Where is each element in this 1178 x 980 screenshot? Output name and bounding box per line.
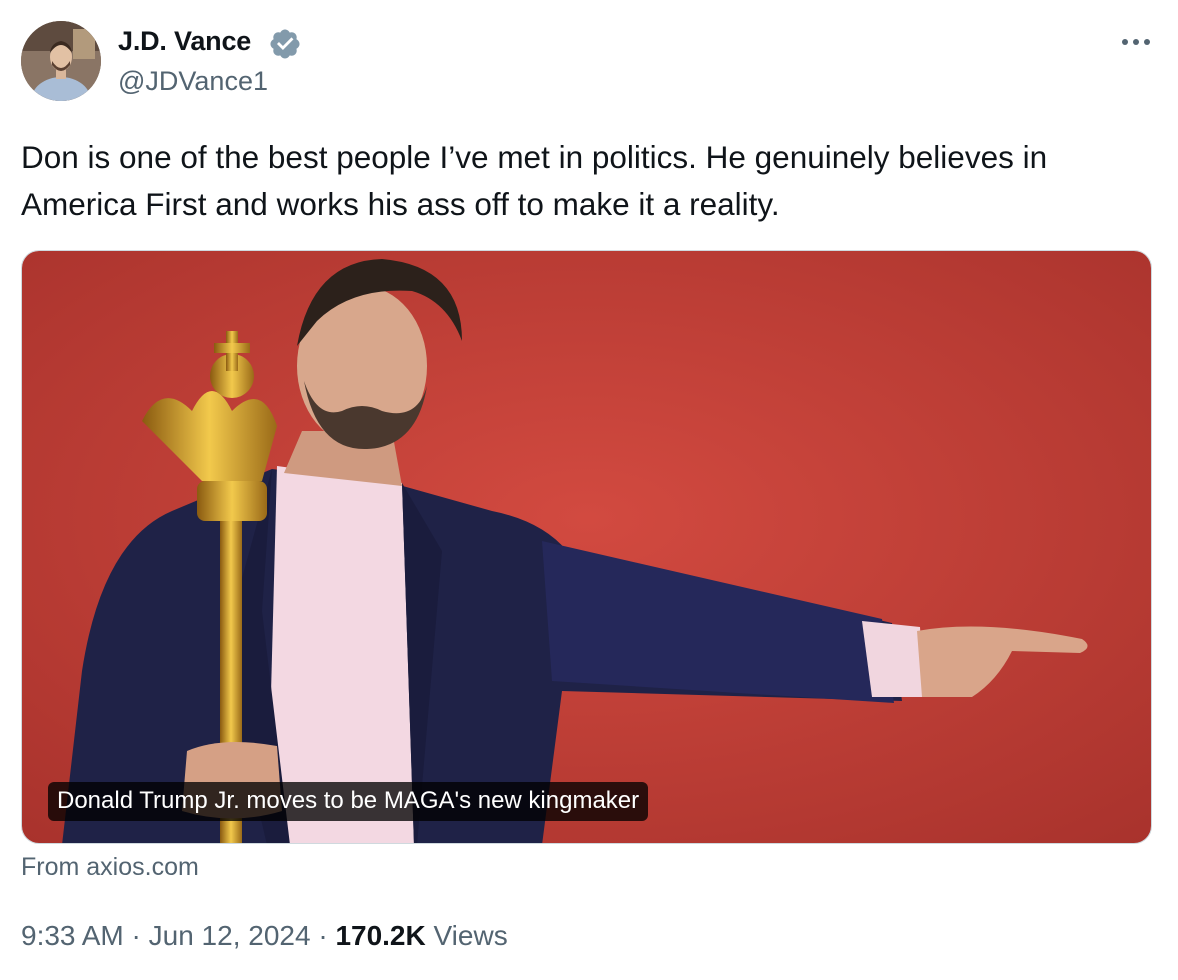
tweet-date[interactable]: Jun 12, 2024 [149,920,311,951]
card-image [22,251,1151,843]
meta-separator: · [131,920,141,951]
card-source[interactable]: From axios.com [21,853,199,882]
more-dots-icon [1122,39,1150,45]
views-label: Views [433,920,508,951]
avatar[interactable] [21,21,101,101]
author-name[interactable]: J.D. Vance [118,26,251,57]
author-handle[interactable]: @JDVance1 [118,66,268,97]
avatar-photo-icon [21,21,101,101]
more-options-button[interactable] [1116,22,1156,62]
tweet-text: Don is one of the best people I’ve met i… [21,139,1048,222]
tweet-time[interactable]: 9:33 AM [21,920,124,951]
views-count[interactable]: 170.2K [335,920,425,951]
tweet-meta: 9:33 AM · Jun 12, 2024 · 170.2K Views [21,920,508,952]
tweet: J.D. Vance @JDVance1 Don is one of the b… [0,0,1178,980]
card-title: Donald Trump Jr. moves to be MAGA's new … [48,782,649,821]
meta-separator: · [318,920,328,951]
verified-badge-icon[interactable] [268,27,302,61]
link-card[interactable]: Donald Trump Jr. moves to be MAGA's new … [21,250,1152,844]
